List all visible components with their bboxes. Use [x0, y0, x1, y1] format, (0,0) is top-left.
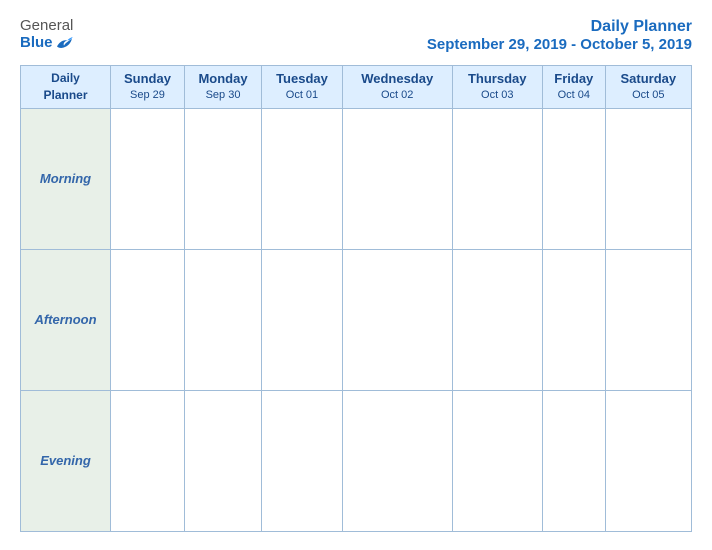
col-header-thu: Thursday Oct 03 — [452, 66, 542, 109]
cell-morning-thu[interactable] — [452, 108, 542, 249]
row-evening: Evening — [21, 390, 692, 531]
row-label-morning: Morning — [21, 108, 111, 249]
col-header-fri: Friday Oct 04 — [542, 66, 605, 109]
row-morning: Morning — [21, 108, 692, 249]
title-block: Daily Planner September 29, 2019 - Octob… — [427, 18, 692, 53]
cell-afternoon-fri[interactable] — [542, 249, 605, 390]
row-label-afternoon: Afternoon — [21, 249, 111, 390]
cell-evening-fri[interactable] — [542, 390, 605, 531]
row-afternoon: Afternoon — [21, 249, 692, 390]
logo-bird-icon — [55, 36, 73, 50]
logo: General Blue — [20, 18, 73, 51]
cell-morning-tue[interactable] — [262, 108, 343, 249]
cell-morning-mon[interactable] — [184, 108, 261, 249]
date-range: September 29, 2019 - October 5, 2019 — [427, 36, 692, 53]
cell-evening-thu[interactable] — [452, 390, 542, 531]
cell-afternoon-thu[interactable] — [452, 249, 542, 390]
row-label-evening: Evening — [21, 390, 111, 531]
cell-afternoon-sun[interactable] — [111, 249, 185, 390]
cell-morning-fri[interactable] — [542, 108, 605, 249]
col-header-mon: Monday Sep 30 — [184, 66, 261, 109]
cell-morning-sun[interactable] — [111, 108, 185, 249]
cell-evening-sun[interactable] — [111, 390, 185, 531]
col-header-planner: DailyPlanner — [21, 66, 111, 109]
page-header: General Blue Daily Planner September 29,… — [20, 18, 692, 53]
col-header-planner-label: DailyPlanner — [23, 70, 108, 104]
logo-general-text: General — [20, 18, 73, 35]
cell-morning-sat[interactable] — [605, 108, 691, 249]
col-header-wed: Wednesday Oct 02 — [342, 66, 452, 109]
cell-afternoon-sat[interactable] — [605, 249, 691, 390]
col-header-tue: Tuesday Oct 01 — [262, 66, 343, 109]
page-title: Daily Planner — [427, 18, 692, 36]
logo-blue-text: Blue — [20, 35, 73, 52]
cell-morning-wed[interactable] — [342, 108, 452, 249]
cell-afternoon-wed[interactable] — [342, 249, 452, 390]
cell-afternoon-mon[interactable] — [184, 249, 261, 390]
cell-evening-mon[interactable] — [184, 390, 261, 531]
cell-evening-wed[interactable] — [342, 390, 452, 531]
cell-evening-tue[interactable] — [262, 390, 343, 531]
header-row: DailyPlanner Sunday Sep 29 Monday Sep 30… — [21, 66, 692, 109]
cell-afternoon-tue[interactable] — [262, 249, 343, 390]
cell-evening-sat[interactable] — [605, 390, 691, 531]
col-header-sun: Sunday Sep 29 — [111, 66, 185, 109]
calendar-table: DailyPlanner Sunday Sep 29 Monday Sep 30… — [20, 65, 692, 532]
col-header-sat: Saturday Oct 05 — [605, 66, 691, 109]
